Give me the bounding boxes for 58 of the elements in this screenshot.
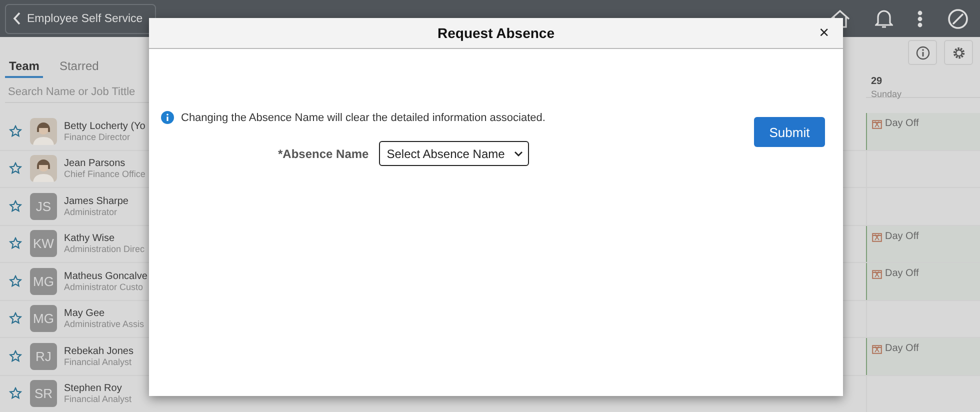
close-button[interactable]: × xyxy=(817,24,831,41)
settings-button[interactable] xyxy=(944,40,973,65)
dialog-title: Request Absence xyxy=(438,25,554,41)
day-weekday: Sunday xyxy=(871,89,903,99)
bell-icon[interactable] xyxy=(875,8,893,29)
star-icon[interactable] xyxy=(9,162,22,176)
avatar-initials: MG xyxy=(30,305,57,332)
member-name[interactable]: Matheus Goncalve xyxy=(64,270,148,282)
caret-icon xyxy=(514,150,523,156)
slashed-circle-icon[interactable] xyxy=(947,8,969,30)
member-title: Financial Analyst xyxy=(64,356,133,367)
info-button[interactable] xyxy=(908,40,937,65)
avatar-initials: RJ xyxy=(30,342,57,370)
star-icon[interactable] xyxy=(9,274,22,288)
member-title: Financial Analyst xyxy=(64,394,132,404)
star-icon[interactable] xyxy=(9,387,22,400)
avatar-initials: KW xyxy=(30,230,57,258)
chevron-left-icon xyxy=(13,12,21,25)
member-name[interactable]: May Gee xyxy=(64,308,144,320)
calendar-icon xyxy=(872,119,882,129)
field-label: *Absence Name xyxy=(278,146,369,160)
entry-label: Day Off xyxy=(885,343,919,354)
day-date: 29 xyxy=(871,76,884,87)
member-title: Administrator xyxy=(64,206,118,217)
entry-label: Day Off xyxy=(885,118,919,129)
member-title: Chief Finance Office xyxy=(64,169,146,180)
absence-name-select[interactable]: Select Absence Name xyxy=(378,141,529,166)
member-name[interactable]: Kathy Wise xyxy=(64,233,145,244)
member-title: Administrative Assis xyxy=(64,319,144,330)
submit-button[interactable]: Submit xyxy=(754,117,825,147)
member-title: Administrator Custo xyxy=(64,282,144,292)
more-icon[interactable] xyxy=(917,10,923,28)
star-icon[interactable] xyxy=(9,200,22,213)
avatar-initials: MG xyxy=(30,268,57,295)
entry-label: Day Off xyxy=(885,230,919,242)
member-name[interactable]: Stephen Roy xyxy=(64,383,132,394)
member-title: Administration Direc xyxy=(64,244,145,254)
avatar-initials: JS xyxy=(30,192,57,220)
calendar-icon xyxy=(872,344,882,354)
member-name[interactable]: Jean Parsons xyxy=(64,158,146,170)
info-icon xyxy=(916,46,930,60)
star-icon[interactable] xyxy=(9,124,22,138)
settings-icon xyxy=(952,46,966,60)
info-icon xyxy=(161,111,174,124)
calendar-icon xyxy=(872,269,882,279)
tab[interactable]: Team xyxy=(5,59,44,78)
info-message: Changing the Absence Name will clear the detailed information associated. xyxy=(181,112,546,124)
star-icon[interactable] xyxy=(9,237,22,250)
back-button[interactable]: Employee Self Service xyxy=(5,4,156,34)
star-icon[interactable] xyxy=(9,350,22,363)
avatar-initials: SR xyxy=(30,380,57,408)
entry-label: Day Off xyxy=(885,268,919,279)
calendar-icon xyxy=(872,232,882,242)
member-name[interactable]: Betty Locherty (Yo xyxy=(64,120,146,132)
member-name[interactable]: James Sharpe xyxy=(64,196,128,207)
member-title: Finance Director xyxy=(64,132,132,142)
member-name[interactable]: Rebekah Jones xyxy=(64,346,134,357)
star-icon[interactable] xyxy=(9,312,22,326)
